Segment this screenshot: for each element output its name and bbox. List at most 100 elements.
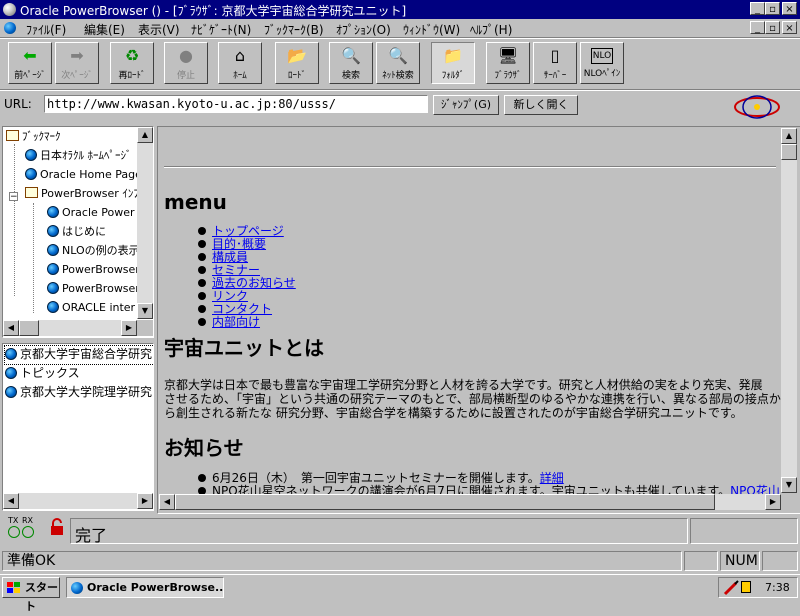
- net-search-button[interactable]: 🔍 ﾈｯﾄ検索: [376, 42, 420, 84]
- url-input[interactable]: http://www.kwasan.kyoto-u.ac.jp:80/usss/: [44, 95, 428, 113]
- news-link[interactable]: NPO花山: [730, 484, 780, 495]
- tray-icon[interactable]: [741, 581, 751, 593]
- bookmark-child[interactable]: Oracle Power: [47, 204, 135, 222]
- new-open-button[interactable]: 新しく開く: [504, 95, 578, 115]
- menu-view[interactable]: 表示(V): [138, 21, 180, 38]
- menu-edit[interactable]: 編集(E): [84, 21, 125, 38]
- menu-help[interactable]: ﾍﾙﾌﾟ(H): [470, 21, 512, 38]
- bookmark-folder[interactable]: PowerBrowser ｲﾝﾌｫ: [25, 185, 144, 203]
- news-text: NPO花山星空ネットワークの講演会が6月7日に開催されます。宇宙ユニットも共催し…: [212, 484, 731, 495]
- nav-link[interactable]: 内部向け: [212, 315, 260, 329]
- server-button[interactable]: ▯ ｻｰﾊﾞｰ: [533, 42, 577, 84]
- bookmark-child[interactable]: PowerBrowser: [47, 280, 140, 298]
- folder-button[interactable]: 📁 ﾌｫﾙﾀﾞ: [431, 42, 475, 84]
- history-list: 京都大学宇宙総合学研究 トピックス 京都大学大学院理学研究 ◀ ▶: [2, 343, 154, 511]
- child-close-button[interactable]: ×: [782, 21, 797, 34]
- done-status: 完了: [75, 526, 108, 545]
- bookmark-item[interactable]: 日本ｵﾗｸﾙ ﾎｰﾑﾍﾟｰｼﾞ: [25, 147, 132, 165]
- news-link[interactable]: 詳細: [540, 471, 564, 485]
- scroll-thumb[interactable]: [781, 144, 797, 160]
- minimize-button[interactable]: _: [750, 2, 765, 15]
- pen-icon[interactable]: [723, 580, 739, 596]
- nav-link[interactable]: コンタクト: [212, 302, 272, 316]
- taskbar: スタート Oracle PowerBrowse... 7:38: [0, 574, 800, 613]
- scroll-left-arrow-icon[interactable]: ◀: [3, 320, 19, 336]
- bookmark-child[interactable]: NLOの例の表示: [47, 242, 140, 260]
- child-restore-button[interactable]: ▫: [765, 21, 780, 34]
- scroll-thumb[interactable]: [175, 494, 715, 510]
- server-icon: ▯: [550, 46, 560, 65]
- close-button[interactable]: ×: [782, 2, 797, 15]
- bookmark-child-label: NLOの例の表示: [62, 244, 140, 257]
- nav-link[interactable]: 構成員: [212, 250, 248, 264]
- scroll-right-arrow-icon[interactable]: ▶: [137, 493, 153, 509]
- bookmark-item[interactable]: Oracle Home Page: [25, 166, 142, 184]
- search-button[interactable]: 🔍 検索: [329, 42, 373, 84]
- child-minimize-button[interactable]: _: [750, 21, 765, 34]
- browser-button[interactable]: 🖥 ﾌﾞﾗｳｻﾞ: [486, 42, 530, 84]
- home-button[interactable]: ⌂ ﾎｰﾑ: [218, 42, 262, 84]
- bullet-icon: [198, 266, 206, 274]
- menu-file[interactable]: ﾌｧｲﾙ(F): [26, 21, 66, 38]
- search-label: 検索: [341, 71, 360, 81]
- url-label: URL:: [4, 97, 32, 111]
- news-item: NPO花山星空ネットワークの講演会が6月7日に開催されます。宇宙ユニットも共催し…: [198, 485, 780, 494]
- bookmark-tree: ﾌﾞｯｸﾏｰｸ 日本ｵﾗｸﾙ ﾎｰﾑﾍﾟｰｼﾞ Oracle Home Page…: [2, 126, 154, 338]
- nav-link[interactable]: 目的･概要: [212, 237, 266, 251]
- nav-link[interactable]: トップページ: [212, 224, 284, 238]
- stop-button[interactable]: ● 停止: [164, 42, 208, 84]
- forward-button[interactable]: ➡ 次ﾍﾟｰｼﾞ: [55, 42, 99, 84]
- bookmark-item-label: Oracle Home Page: [40, 168, 142, 181]
- bookmark-child[interactable]: はじめに: [47, 223, 106, 241]
- arrow-left-icon: ⬅: [23, 46, 37, 65]
- scroll-thumb[interactable]: [19, 320, 39, 336]
- scroll-up-arrow-icon[interactable]: ▲: [137, 127, 153, 143]
- book-open-icon: [25, 187, 38, 198]
- taskbar-task-powerbrowser[interactable]: Oracle PowerBrowse...: [66, 577, 224, 598]
- globe-search-icon: 🔍: [388, 46, 408, 65]
- history-item[interactable]: 京都大学大学院理学研究: [5, 383, 152, 401]
- collapse-toggle[interactable]: −: [9, 192, 18, 202]
- num-indicator: NUM: [720, 551, 760, 571]
- bookmark-child[interactable]: PowerBrowser: [47, 261, 140, 279]
- bookmark-child-label: PowerBrowser: [62, 263, 140, 276]
- back-button[interactable]: ⬅ 前ﾍﾟｰｼﾞ: [8, 42, 52, 84]
- nav-link[interactable]: 過去のお知らせ: [212, 276, 296, 290]
- jump-button[interactable]: ｼﾞｬﾝﾌﾟ(G): [433, 95, 499, 115]
- load-button[interactable]: 📂 ﾛｰﾄﾞ: [275, 42, 319, 84]
- bullet-icon: [198, 292, 206, 300]
- menu-bookmarks[interactable]: ﾌﾞｯｸﾏｰｸ(B): [264, 21, 324, 38]
- scroll-right-arrow-icon[interactable]: ▶: [121, 320, 137, 336]
- maximize-button[interactable]: ▫: [765, 2, 780, 15]
- nlo-pane-button[interactable]: NLO NLOﾍﾟｲﾝ: [580, 42, 624, 84]
- scroll-left-arrow-icon[interactable]: ◀: [3, 493, 19, 509]
- scroll-down-arrow-icon[interactable]: ▼: [137, 303, 153, 319]
- menu-navigate[interactable]: ﾅﾋﾞｹﾞｰﾄ(N): [191, 21, 251, 38]
- scroll-down-arrow-icon[interactable]: ▼: [781, 477, 797, 493]
- nav-link[interactable]: リンク: [212, 289, 248, 303]
- history-item[interactable]: トピックス: [5, 364, 80, 382]
- bookmark-child-label: PowerBrowser: [62, 282, 140, 295]
- oracle-logo: [730, 92, 784, 120]
- reload-label: 再ﾛｰﾄﾞ: [118, 71, 146, 81]
- history-hscroll[interactable]: [3, 493, 153, 509]
- menu-options[interactable]: ｵﾌﾟｼｮﾝ(O): [336, 21, 391, 38]
- nav-link-item[interactable]: 内部向け: [198, 316, 260, 329]
- scroll-right-arrow-icon[interactable]: ▶: [765, 494, 781, 510]
- bookmark-vscroll[interactable]: [137, 127, 153, 319]
- start-button[interactable]: スタート: [2, 577, 60, 613]
- folder-open-icon: 📂: [287, 46, 307, 65]
- history-item[interactable]: 京都大学宇宙総合学研究: [4, 345, 153, 365]
- menu-window[interactable]: ｳｨﾝﾄﾞｳ(W): [403, 21, 460, 38]
- globe-icon: [5, 367, 17, 379]
- reload-button[interactable]: ♻ 再ﾛｰﾄﾞ: [110, 42, 154, 84]
- bookmark-child[interactable]: ORACLE inter: [47, 299, 135, 317]
- bullet-icon: [198, 279, 206, 287]
- bullet-icon: [198, 487, 206, 494]
- scroll-left-arrow-icon[interactable]: ◀: [159, 494, 175, 510]
- content-vscroll[interactable]: [781, 128, 797, 493]
- nav-link[interactable]: セミナー: [212, 263, 260, 277]
- globe-icon: [47, 301, 59, 313]
- scroll-up-arrow-icon[interactable]: ▲: [781, 128, 797, 144]
- folder-label: ﾌｫﾙﾀﾞ: [441, 71, 465, 81]
